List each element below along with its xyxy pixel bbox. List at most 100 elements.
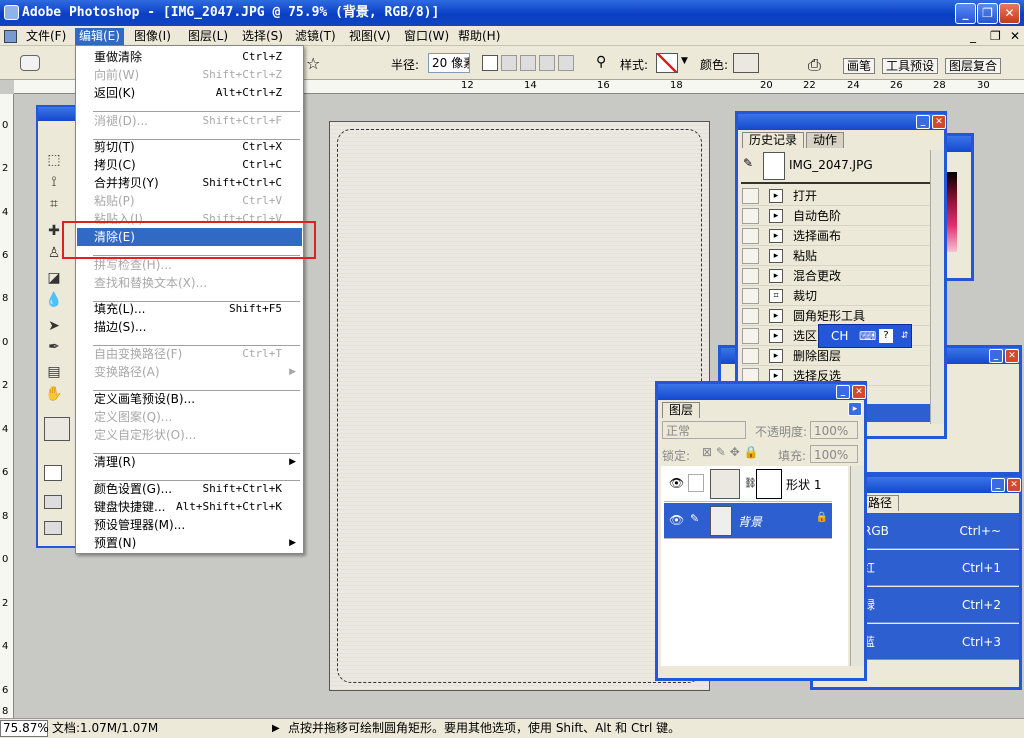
history-step[interactable]: ▸ 选择画布 <box>741 226 930 246</box>
foreground-color-swatch[interactable] <box>44 417 70 441</box>
history-brush-source-box[interactable] <box>742 328 759 344</box>
edit-menu-item[interactable]: 填充(L)... Shift+F5 <box>77 300 302 318</box>
lock-icons[interactable]: ⊠ ✎ ✥ 🔒 <box>702 445 759 459</box>
menu-select[interactable]: 选择(S) <box>238 28 287 45</box>
history-brush-source-box[interactable] <box>742 248 759 264</box>
visibility-eye-icon[interactable]: 👁 <box>669 476 684 490</box>
history-brush-source-box[interactable] <box>742 188 759 204</box>
panel-close-button[interactable]: ✕ <box>852 385 866 399</box>
subtract-mode-icon[interactable] <box>520 55 536 71</box>
history-brush-source-box[interactable] <box>742 268 759 284</box>
panel-minimize-button[interactable]: _ <box>916 115 930 129</box>
layers-menu-arrow[interactable]: ▸ <box>848 402 862 416</box>
history-brush-source-box[interactable] <box>742 308 759 324</box>
edit-menu-item[interactable]: 键盘快捷键... Alt+Shift+Ctrl+K <box>77 498 302 516</box>
panel-minimize-button[interactable]: _ <box>991 478 1005 492</box>
edit-menu-item[interactable]: 预设管理器(M)... <box>77 516 302 534</box>
document-canvas[interactable] <box>329 121 710 691</box>
minimize-button[interactable]: _ <box>955 3 976 24</box>
edit-menu-item[interactable]: 剪切(T) Ctrl+X <box>77 138 302 156</box>
healing-tool-icon[interactable]: ✚ <box>44 222 64 240</box>
panel-minimize-button[interactable]: _ <box>989 349 1003 363</box>
layer-link-box[interactable] <box>688 474 704 492</box>
tab-layers[interactable]: 图层 <box>662 402 701 418</box>
add-mode-icon[interactable] <box>501 55 517 71</box>
panel-close-button[interactable]: ✕ <box>1005 349 1019 363</box>
history-brush-source-box[interactable] <box>742 348 759 364</box>
lasso-tool-icon[interactable]: ⟟ <box>44 173 64 191</box>
crop-tool-icon[interactable]: ⌗ <box>44 195 64 213</box>
shape-picker-icon[interactable]: ☆ <box>306 54 320 73</box>
history-brush-source-box[interactable] <box>742 288 759 304</box>
layers-scrollbar[interactable] <box>850 466 864 666</box>
doc-minimize-button[interactable]: _ <box>966 28 980 45</box>
tab-tool-presets[interactable]: 工具预设 <box>882 58 939 74</box>
status-arrow-icon[interactable]: ▶ <box>272 719 280 738</box>
link-icon[interactable]: ⚲ <box>596 54 606 70</box>
ime-lang-indicator[interactable]: CH <box>831 325 848 347</box>
keyboard-icon[interactable]: ⌨ <box>859 325 876 347</box>
close-button[interactable]: ✕ <box>999 3 1020 24</box>
pen-tool-icon[interactable]: ✒ <box>44 338 64 356</box>
menu-window[interactable]: 窗口(W) <box>400 28 453 45</box>
help-icon[interactable]: ? <box>879 329 893 343</box>
blur-tool-icon[interactable]: 💧 <box>44 291 64 309</box>
edit-menu-item[interactable]: 合并拷贝(Y) Shift+Ctrl+C <box>77 174 302 192</box>
history-step[interactable]: ▸ 粘贴 <box>741 246 930 266</box>
style-dropdown-icon[interactable]: ▼ <box>681 56 688 66</box>
fill-input[interactable]: 100% <box>810 445 858 463</box>
exclude-mode-icon[interactable] <box>558 55 574 71</box>
edit-menu-item[interactable]: 拷贝(C) Ctrl+C <box>77 156 302 174</box>
menu-image[interactable]: 图像(I) <box>130 28 175 45</box>
history-step[interactable]: ▸ 自动色阶 <box>741 206 930 226</box>
edit-menu-item[interactable]: 定义画笔预设(B)... <box>77 390 302 408</box>
style-swatch[interactable] <box>656 53 678 73</box>
edit-menu-item[interactable]: 重做清除 Ctrl+Z <box>77 48 302 66</box>
ime-options-icon[interactable]: ⇵ <box>901 325 909 347</box>
palette-well-icon[interactable]: ⎙ <box>808 55 821 75</box>
radius-input[interactable]: 20 像素 <box>428 53 470 73</box>
restore-button[interactable]: ❐ <box>977 3 998 24</box>
edit-menu-item[interactable]: 颜色设置(G)... Shift+Ctrl+K <box>77 480 302 498</box>
panel-close-button[interactable]: ✕ <box>932 115 946 129</box>
notes-tool-icon[interactable]: ▤ <box>44 363 64 381</box>
edit-menu-item[interactable]: 返回(K) Alt+Ctrl+Z <box>77 84 302 102</box>
menu-help[interactable]: 帮助(H) <box>454 28 504 45</box>
menu-layer[interactable]: 图层(L) <box>184 28 232 45</box>
history-scrollbar[interactable] <box>930 150 944 424</box>
jump-to-imageready-icon[interactable] <box>44 521 62 535</box>
new-layer-mode-icon[interactable] <box>482 55 498 71</box>
blend-mode-select[interactable]: 正常 <box>662 421 746 439</box>
edit-menu-item[interactable]: 预置(N) ▶ <box>77 534 302 552</box>
menu-filter[interactable]: 滤镜(T) <box>291 28 340 45</box>
history-step[interactable]: ⌗ 裁切 <box>741 286 930 306</box>
doc-restore-button[interactable]: ❐ <box>986 28 1005 45</box>
marquee-tool-icon[interactable]: ⬚ <box>44 151 64 169</box>
tab-actions[interactable]: 动作 <box>806 132 845 148</box>
visibility-eye-icon[interactable]: 👁 <box>669 513 684 527</box>
layer-row[interactable]: 👁 ⛓ 形状 1 <box>664 466 832 502</box>
chain-link-icon[interactable]: ⛓ <box>744 478 757 489</box>
history-step[interactable]: ▸ 混合更改 <box>741 266 930 286</box>
zoom-field[interactable]: 75.87% <box>0 720 49 737</box>
intersect-mode-icon[interactable] <box>539 55 555 71</box>
tool-preset-icon[interactable] <box>20 55 40 71</box>
history-snapshot[interactable]: ✎ IMG_2047.JPG <box>741 150 930 184</box>
path-select-tool-icon[interactable]: ➤ <box>44 317 64 335</box>
history-brush-source-box[interactable] <box>742 208 759 224</box>
edit-menu-item[interactable]: 清理(R) ▶ <box>77 453 302 471</box>
edit-menu-item[interactable]: 描边(S)... <box>77 318 302 336</box>
layer-row[interactable]: 👁 ✎ 背景 🔒 <box>664 503 832 539</box>
eraser-tool-icon[interactable]: ◪ <box>44 269 64 287</box>
color-swatch[interactable] <box>733 53 759 73</box>
screen-mode-icon[interactable] <box>44 495 62 509</box>
panel-close-button[interactable]: ✕ <box>1007 478 1021 492</box>
menu-file[interactable]: 文件(F) <box>22 28 70 45</box>
menu-edit[interactable]: 编辑(E) <box>75 28 124 45</box>
opacity-input[interactable]: 100% <box>810 421 858 439</box>
hand-tool-icon[interactable]: ✋ <box>44 385 64 403</box>
standard-mode-icon[interactable] <box>44 465 62 481</box>
tab-layer-comps[interactable]: 图层复合 <box>945 58 1002 74</box>
doc-close-button[interactable]: ✕ <box>1006 28 1024 45</box>
tab-history[interactable]: 历史记录 <box>742 132 805 148</box>
